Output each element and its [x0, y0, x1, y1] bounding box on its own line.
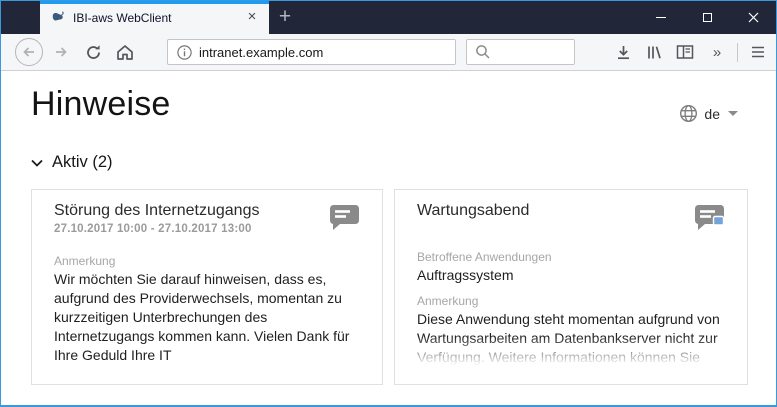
home-icon [117, 44, 133, 60]
field-label: Anmerkung [54, 254, 116, 268]
browser-window: IBI-aws WebClient × + intranet.example.c… [0, 0, 777, 407]
language-code: de [704, 105, 720, 122]
language-selector[interactable]: de [679, 104, 738, 123]
home-button[interactable] [116, 34, 134, 70]
close-icon [748, 12, 758, 23]
more-tools-button[interactable]: » [707, 34, 727, 70]
url-input[interactable] [199, 44, 455, 60]
field-value: Diese Anwendung steht momentan aufgrund … [417, 311, 720, 365]
minimize-button[interactable] [638, 1, 684, 34]
close-button[interactable] [730, 1, 776, 34]
field-value: Wir möchten Sie darauf hinweisen, dass e… [54, 271, 350, 363]
forward-button[interactable] [53, 34, 69, 70]
sidebar-button[interactable] [675, 34, 694, 70]
toolbar-separator [737, 43, 738, 62]
card-title: Störung des Internetzugangs [54, 202, 260, 219]
notice-card[interactable]: Wartungsabend Betroffene Anwendungen Auf… [394, 189, 748, 385]
maximize-button[interactable] [684, 1, 730, 34]
download-icon [617, 45, 629, 59]
active-tab-indicator [40, 1, 269, 4]
chevron-down-icon [728, 111, 738, 116]
tab-close-icon[interactable]: × [243, 8, 261, 26]
navigation-toolbar: » [1, 34, 776, 71]
sidebar-icon [676, 45, 693, 59]
speech-bubble-icon [330, 205, 359, 230]
reload-icon [87, 44, 100, 59]
field-label: Anmerkung [417, 294, 479, 308]
search-icon [475, 44, 491, 60]
menu-button[interactable] [748, 34, 768, 70]
section-label: Aktiv (2) [52, 153, 113, 171]
url-bar[interactable] [167, 39, 456, 65]
downloads-button[interactable] [614, 34, 632, 70]
new-tab-button[interactable]: + [273, 1, 297, 34]
back-button[interactable] [15, 38, 43, 66]
tab-ibi-aws-webclient[interactable]: IBI-aws WebClient × [40, 1, 269, 34]
field-label: Betroffene Anwendungen [417, 250, 552, 264]
library-icon [647, 46, 661, 58]
card-title: Wartungsabend [417, 202, 530, 219]
field-value: Auftragssystem [417, 267, 514, 283]
back-arrow-icon [23, 47, 34, 57]
maximize-icon [702, 13, 712, 22]
reload-button[interactable] [85, 34, 102, 70]
section-aktiv-toggle[interactable]: Aktiv (2) [31, 153, 113, 172]
forward-arrow-icon [56, 47, 67, 57]
page-title: Hinweise [31, 85, 171, 123]
site-favicon-icon [52, 11, 64, 21]
chevron-down-icon [31, 159, 43, 167]
hamburger-icon [752, 46, 764, 58]
globe-icon [680, 104, 698, 123]
titlebar: IBI-aws WebClient × + [1, 1, 776, 34]
speech-bubble-badge-icon [695, 205, 725, 230]
minimize-icon [656, 17, 666, 18]
notice-card[interactable]: Störung des Internetzugangs 27.10.2017 1… [31, 189, 383, 385]
library-button[interactable] [645, 34, 663, 70]
site-info-icon[interactable] [177, 44, 192, 60]
search-bar[interactable] [466, 39, 671, 65]
card-date-range: 27.10.2017 10:00 - 27.10.2017 13:00 [54, 223, 252, 235]
window-controls [638, 1, 776, 34]
page-content: Hinweise de Aktiv (2) Störung des Intern… [1, 71, 776, 405]
tab-title: IBI-aws WebClient [73, 11, 172, 25]
